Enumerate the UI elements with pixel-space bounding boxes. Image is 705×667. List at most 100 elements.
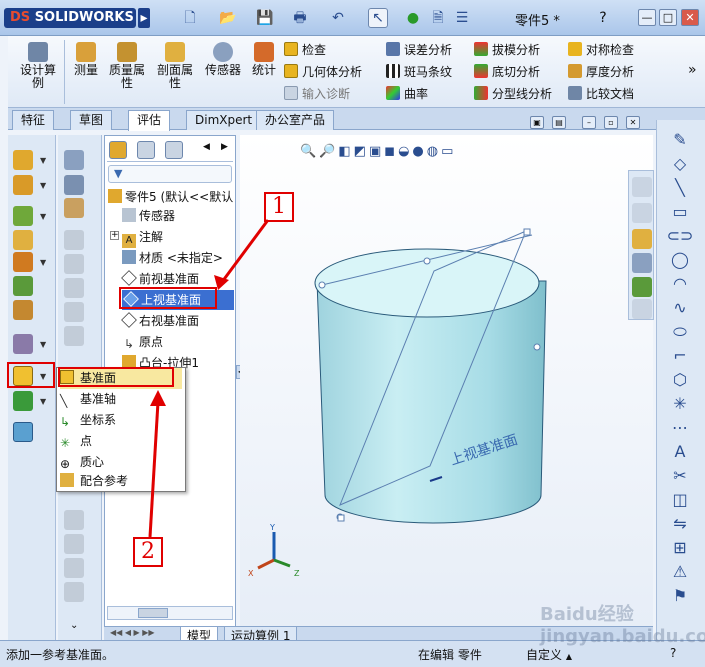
file-explorer-icon[interactable] bbox=[632, 229, 652, 249]
deviation-analysis-button[interactable]: 误差分析 bbox=[386, 40, 452, 60]
boundary-tool-icon[interactable] bbox=[13, 276, 33, 296]
home-icon[interactable] bbox=[632, 177, 652, 197]
tile-view-icon[interactable]: ▣ bbox=[530, 116, 544, 129]
status-help-button[interactable]: ? bbox=[670, 646, 676, 660]
tree-item-right-plane[interactable]: 右视基准面 bbox=[121, 311, 199, 331]
tab-features[interactable]: 特征 bbox=[12, 110, 55, 130]
help-button[interactable]: ? bbox=[593, 8, 613, 28]
zebra-stripes-button[interactable]: 斑马条纹 bbox=[386, 62, 452, 82]
tab-dimxpert[interactable]: DimXpert bbox=[186, 110, 262, 130]
chamfer-icon[interactable] bbox=[64, 278, 84, 298]
menu-item-point[interactable]: ✳ 点 bbox=[60, 431, 92, 452]
viewport-minimize-icon[interactable]: – bbox=[582, 116, 596, 129]
tree-item-sensors[interactable]: 传感器 bbox=[122, 206, 175, 226]
import-diagnostics-button[interactable]: 输入诊断 bbox=[284, 84, 350, 104]
view-palette-icon[interactable] bbox=[632, 253, 652, 273]
statistics-button[interactable]: 统计 bbox=[248, 42, 280, 77]
plane-handle[interactable] bbox=[318, 281, 326, 289]
open-folder-icon[interactable]: 📂 bbox=[218, 8, 238, 28]
scrollbar-thumb[interactable] bbox=[138, 608, 168, 618]
sketch-icon[interactable]: ✎ bbox=[660, 128, 700, 152]
appearances-icon[interactable] bbox=[632, 277, 652, 297]
new-document-icon[interactable]: 🗋 bbox=[180, 8, 200, 28]
print-icon[interactable]: 🖶 bbox=[290, 8, 310, 28]
symmetry-check-button[interactable]: 对称检查 bbox=[568, 40, 634, 60]
custom-properties-icon[interactable] bbox=[632, 299, 652, 319]
tree-filter-field[interactable]: ▼ bbox=[108, 165, 232, 183]
tab-nav-arrows-icon[interactable]: ◀◀ ◀ ▶ ▶▶ bbox=[110, 628, 155, 637]
check-button[interactable]: 检查 bbox=[284, 40, 326, 60]
design-study-button[interactable]: 设计算 例 bbox=[18, 42, 58, 90]
chevron-down-icon[interactable]: ▼ bbox=[40, 156, 46, 165]
fillet-sketch-icon[interactable]: ⌐ bbox=[660, 344, 700, 368]
design-library-icon[interactable] bbox=[632, 203, 652, 223]
extrude-tool-icon[interactable] bbox=[13, 175, 33, 195]
tree-item-material[interactable]: 材质 <未指定> bbox=[122, 248, 223, 268]
plane-handle[interactable] bbox=[533, 343, 541, 351]
solidworks-logo[interactable]: DS SOLIDWORKS bbox=[4, 8, 136, 28]
wrap-icon[interactable] bbox=[64, 510, 84, 530]
shell-icon[interactable] bbox=[64, 326, 84, 346]
polygon-icon[interactable]: ⬡ bbox=[660, 368, 700, 392]
text-icon[interactable]: A bbox=[660, 440, 700, 464]
viewport-restore-icon[interactable]: ▫ bbox=[604, 116, 618, 129]
dome-icon[interactable] bbox=[64, 534, 84, 554]
menu-item-axis[interactable]: ╲ 基准轴 bbox=[60, 389, 116, 410]
sweep-tool-icon[interactable] bbox=[13, 230, 33, 250]
feature-manager-tab-icon[interactable] bbox=[109, 141, 127, 159]
tree-item-annotations[interactable]: A 注解 bbox=[122, 227, 163, 248]
measure-button[interactable]: 测量 bbox=[70, 42, 102, 77]
linear-pattern-icon[interactable]: ⊞ bbox=[660, 536, 700, 560]
chevron-down-double-icon[interactable]: ⌄ bbox=[70, 620, 78, 631]
chevron-down-icon[interactable]: ▼ bbox=[40, 258, 46, 267]
tree-root-part[interactable]: 零件5 (默认<<默认 bbox=[108, 187, 233, 207]
rib-icon[interactable] bbox=[64, 302, 84, 322]
status-units-dropdown[interactable]: 自定义 ▲ bbox=[526, 646, 572, 663]
menu-item-coordinate-system[interactable]: ↳ 坐标系 bbox=[60, 410, 116, 431]
undercut-analysis-button[interactable]: 底切分析 bbox=[474, 62, 540, 82]
property-manager-tab-icon[interactable] bbox=[137, 141, 155, 159]
chevron-down-icon[interactable]: ▼ bbox=[40, 212, 46, 221]
pattern-tool-icon[interactable] bbox=[13, 334, 33, 354]
freeform-icon[interactable] bbox=[64, 558, 84, 578]
line-icon[interactable]: ╲ bbox=[660, 176, 700, 200]
swept-cut-icon[interactable] bbox=[64, 198, 84, 218]
ribbon-more-button[interactable]: » bbox=[688, 62, 697, 78]
revolved-cut-icon[interactable] bbox=[64, 175, 84, 195]
menu-item-center-of-mass[interactable]: ⊕ 质心 bbox=[60, 452, 104, 473]
geometry-analysis-button[interactable]: 几何体分析 bbox=[284, 62, 362, 82]
thickness-analysis-button[interactable]: 厚度分析 bbox=[568, 62, 634, 82]
fillet-tool-icon[interactable] bbox=[13, 300, 33, 320]
undo-icon[interactable]: ↶ bbox=[328, 8, 348, 28]
tab-evaluate[interactable]: 评估 bbox=[128, 110, 171, 131]
section-properties-button[interactable]: 剖面属 性 bbox=[152, 42, 198, 90]
save-icon[interactable]: 💾 bbox=[255, 8, 275, 28]
mass-properties-button[interactable]: 质量属 性 bbox=[104, 42, 150, 90]
curves-tool-icon[interactable] bbox=[13, 391, 33, 411]
tree-item-origin[interactable]: ↳ 原点 bbox=[122, 332, 163, 352]
select-pointer-icon[interactable]: ↖ bbox=[368, 8, 388, 28]
split-view-icon[interactable]: ▤ bbox=[552, 116, 566, 129]
trim-icon[interactable]: ✂ bbox=[660, 464, 700, 488]
slot-icon[interactable]: ⊂⊃ bbox=[660, 224, 700, 248]
minimize-button[interactable]: — bbox=[638, 9, 656, 26]
tab-sketch[interactable]: 草图 bbox=[70, 110, 113, 130]
boundary-cut-icon[interactable] bbox=[64, 254, 84, 274]
circle-icon[interactable]: ◯ bbox=[660, 248, 700, 272]
loft-tool-icon[interactable] bbox=[13, 252, 33, 272]
tree-item-front-plane[interactable]: 前视基准面 bbox=[121, 269, 199, 289]
spline-icon[interactable]: ∿ bbox=[660, 296, 700, 320]
chevron-down-icon[interactable]: ▼ bbox=[40, 181, 46, 190]
point-icon[interactable]: ✳ bbox=[660, 392, 700, 416]
centerline-icon[interactable]: ⋯ bbox=[660, 416, 700, 440]
compare-documents-button[interactable]: 比较文档 bbox=[568, 84, 634, 104]
smart-dimension-icon[interactable]: ◇ bbox=[660, 152, 700, 176]
parting-line-analysis-button[interactable]: 分型线分析 bbox=[474, 84, 552, 104]
offset-icon[interactable]: ◫ bbox=[660, 488, 700, 512]
sketch-tool-icon[interactable] bbox=[13, 150, 33, 170]
options-icon[interactable]: ☰ bbox=[452, 8, 472, 28]
plane-handle[interactable] bbox=[423, 257, 431, 265]
close-button[interactable]: ✕ bbox=[681, 9, 699, 26]
tree-horizontal-scrollbar[interactable] bbox=[107, 606, 233, 620]
panel-scroll-right-icon[interactable]: ▶ bbox=[221, 142, 228, 152]
